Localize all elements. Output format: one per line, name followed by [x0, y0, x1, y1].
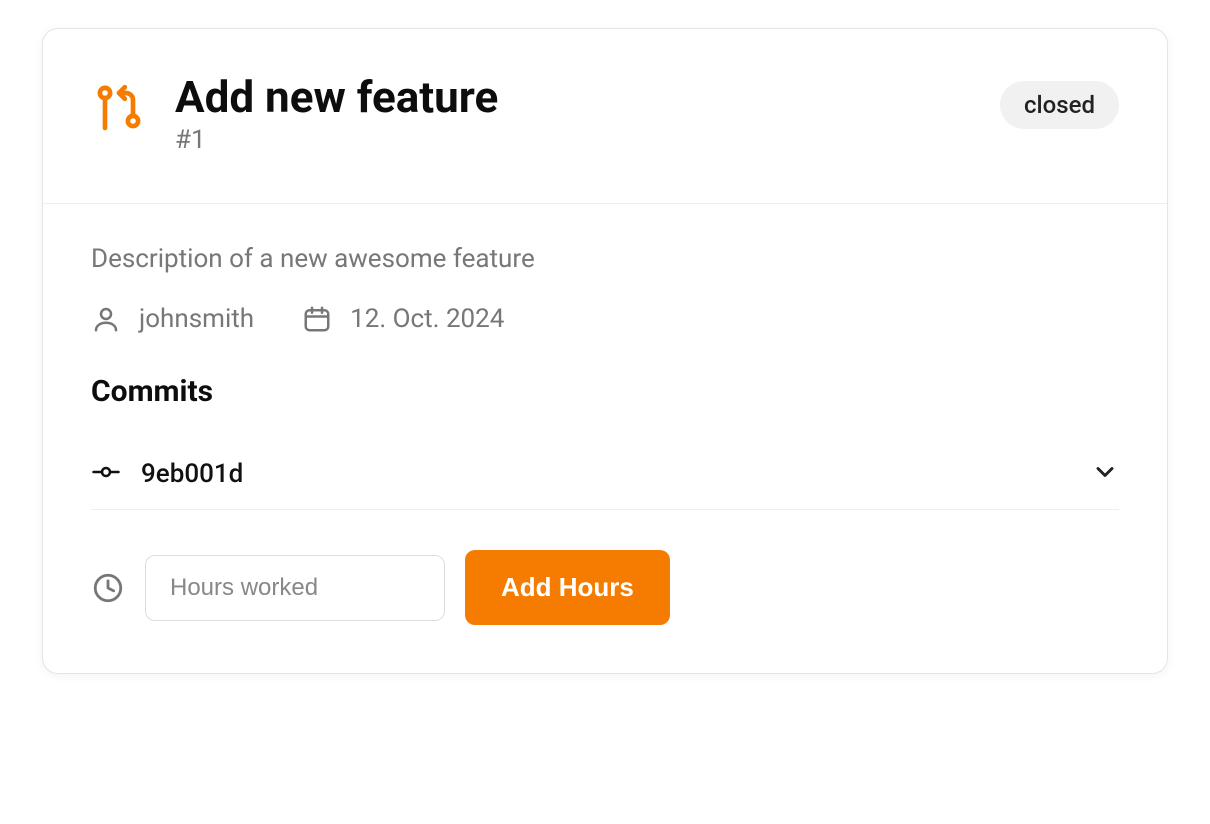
author-name: johnsmith: [139, 304, 254, 334]
status-badge: closed: [1000, 81, 1119, 129]
calendar-icon: [302, 304, 332, 334]
card-header: Add new feature #1 closed: [43, 29, 1167, 204]
date-text: 12. Oct. 2024: [350, 304, 504, 334]
hours-worked-input[interactable]: [145, 555, 445, 621]
pull-request-icon: [91, 79, 147, 139]
pull-request-card: Add new feature #1 closed Description of…: [42, 28, 1168, 674]
commit-row[interactable]: 9eb001d: [91, 439, 1119, 510]
commit-left: 9eb001d: [91, 457, 243, 491]
add-hours-button[interactable]: Add Hours: [465, 550, 670, 625]
hours-row: Add Hours: [91, 550, 1119, 625]
commit-hash: 9eb001d: [141, 459, 243, 489]
title-block: Add new feature #1: [175, 73, 498, 155]
description-text: Description of a new awesome feature: [91, 244, 1119, 274]
clock-icon: [91, 571, 125, 605]
issue-number: #1: [175, 125, 498, 155]
commits-heading: Commits: [91, 374, 1119, 409]
card-body: Description of a new awesome feature joh…: [43, 204, 1167, 673]
header-left: Add new feature #1: [91, 73, 498, 155]
meta-row: johnsmith 12. Oct. 2024: [91, 304, 1119, 334]
user-icon: [91, 304, 121, 334]
git-commit-icon: [91, 457, 121, 491]
chevron-down-icon: [1091, 458, 1119, 490]
page-title: Add new feature: [175, 73, 498, 121]
